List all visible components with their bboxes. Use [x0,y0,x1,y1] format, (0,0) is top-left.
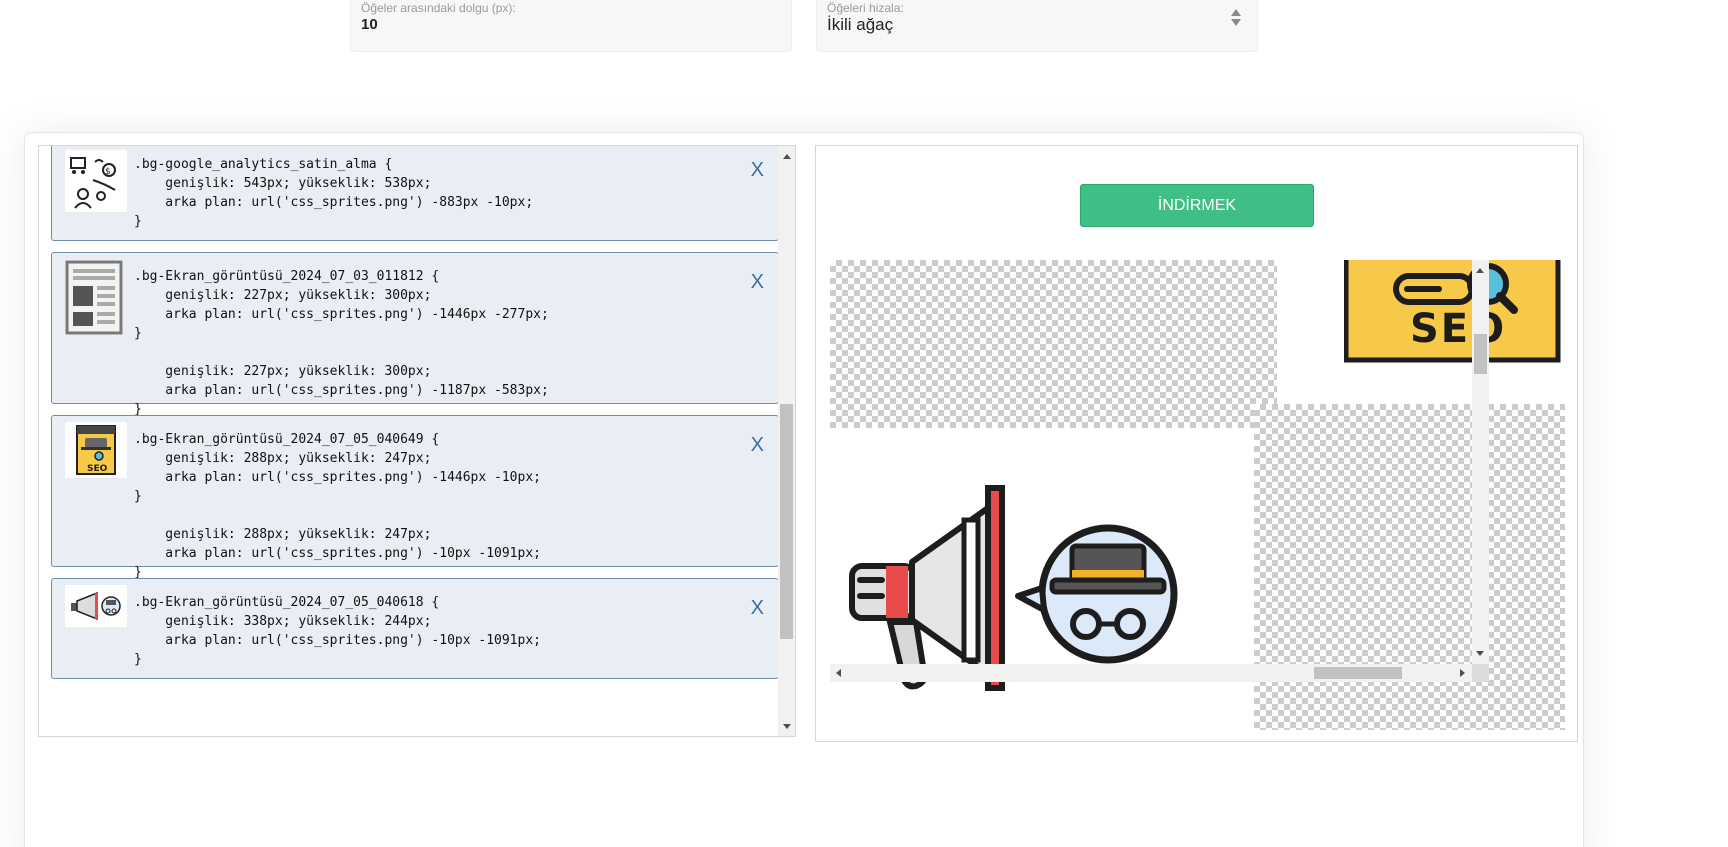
css-entry: $ .bg-google_analytics_satin_alma { geni… [51,146,779,241]
css-entry: .bg-Ekran_görüntüsü_2024_07_03_011812 { … [51,252,779,417]
analytics-people-icon: $ [65,150,127,212]
scroll-right-icon[interactable] [1460,669,1465,677]
transparent-area [830,260,1277,428]
scrollbar-thumb[interactable] [780,404,793,639]
scroll-down-icon[interactable] [783,724,791,729]
scrollbar-thumb[interactable] [1474,334,1487,374]
download-button[interactable]: İNDİRMEK [1080,184,1314,227]
padding-setting[interactable]: Öğeler arasındaki dolgu (px): 10 [350,0,792,52]
scroll-down-icon[interactable] [1476,651,1484,656]
preview-horizontal-scrollbar[interactable] [830,664,1472,682]
align-label: Öğeleri hizala: [827,1,904,15]
scroll-up-icon[interactable] [1476,268,1484,273]
css-code: .bg-Ekran_görüntüsü_2024_07_05_040618 { … [134,595,541,667]
remove-entry-button[interactable]: X [751,159,764,182]
megaphone-spy-graphic-icon [846,470,1186,720]
align-select[interactable]: İkili ağaç [827,16,1247,34]
svg-text:SEO: SEO [87,464,108,474]
preview-vertical-scrollbar[interactable] [1472,260,1489,664]
remove-entry-button[interactable]: X [751,597,764,620]
sprite-preview-panel: İNDİRMEK SEO [815,145,1578,742]
seo-graphic-icon: SEO [1343,260,1564,364]
list-scrollbar[interactable] [778,146,795,736]
remove-entry-button[interactable]: X [751,434,764,457]
css-code: .bg-Ekran_görüntüsü_2024_07_03_011812 { … [134,269,549,417]
megaphone-spy-icon [65,585,127,627]
seo-hat-icon: SEO [65,422,127,478]
scroll-left-icon[interactable] [836,669,841,677]
document-page-icon [65,260,123,335]
svg-text:$: $ [105,167,111,177]
css-code: .bg-google_analytics_satin_alma { genişl… [134,157,534,229]
select-arrows-icon[interactable] [1231,9,1241,29]
scrollbar-thumb[interactable] [1314,667,1402,679]
scroll-up-icon[interactable] [783,154,791,159]
css-entry: .bg-Ekran_görüntüsü_2024_07_05_040618 { … [51,578,779,679]
remove-entry-button[interactable]: X [751,271,764,294]
padding-label: Öğeler arasındaki dolgu (px): [361,1,516,15]
sprite-viewport: SEO [830,260,1565,730]
css-entry: SEO .bg-Ekran_görüntüsü_2024_07_05_04064… [51,415,779,580]
align-setting[interactable]: Öğeleri hizala: İkili ağaç [816,0,1258,52]
seo-text: SEO [1410,306,1507,352]
css-code: .bg-Ekran_görüntüsü_2024_07_05_040649 { … [134,432,541,580]
padding-input[interactable]: 10 [361,16,781,34]
scrollbar-corner [1472,664,1489,682]
css-code-list: $ .bg-google_analytics_satin_alma { geni… [38,145,796,737]
